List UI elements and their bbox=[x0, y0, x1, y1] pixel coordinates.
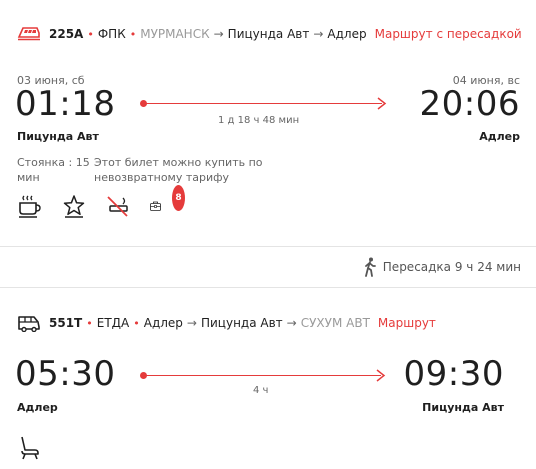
route-type-link[interactable]: Маршрут bbox=[378, 316, 436, 330]
stop-unit: мин bbox=[17, 171, 40, 184]
coffee-icon[interactable] bbox=[17, 193, 43, 219]
carrier: ЕТДА bbox=[96, 316, 130, 330]
separator-dot: • bbox=[133, 316, 140, 330]
ticket-note-line1: Этот билет можно купить по bbox=[94, 156, 263, 169]
arrow-right-icon: → bbox=[313, 27, 324, 41]
depart-station: Пицунда Авт bbox=[17, 130, 99, 143]
ticket-note: Этот билет можно купить по невозвратному… bbox=[94, 155, 263, 185]
route-mid: Пицунда Авт bbox=[227, 27, 310, 41]
luggage-count-badge: 8 bbox=[172, 185, 185, 211]
divider bbox=[0, 246, 536, 247]
route-line bbox=[146, 103, 382, 104]
route-start: МУРМАНСК bbox=[140, 27, 210, 41]
route-mid: Пицунда Авт bbox=[200, 316, 283, 330]
arrive-time: 20:06 bbox=[419, 84, 520, 124]
segment-2-header: 551Т • ЕТДА • Адлер → Пицунда Авт → СУХУ… bbox=[17, 314, 436, 332]
luggage-icon[interactable]: 8 bbox=[149, 185, 185, 219]
separator-dot: • bbox=[87, 27, 94, 41]
duration: 4 ч bbox=[253, 385, 269, 396]
segment-1: 225А • ФПК • МУРМАНСК → Пицунда Авт → Ад… bbox=[0, 0, 536, 246]
separator-dot: • bbox=[86, 316, 93, 330]
depart-time: 05:30 bbox=[15, 354, 116, 394]
route-end: СУХУМ АВТ bbox=[300, 316, 370, 330]
arrive-station: Пицунда Авт bbox=[422, 401, 504, 414]
depart-station: Адлер bbox=[17, 401, 58, 414]
ticket-note-line2: невозвратному тарифу bbox=[94, 171, 230, 184]
arrow-right-icon: → bbox=[286, 316, 297, 330]
arrow-right-icon: → bbox=[213, 27, 224, 41]
carrier: ФПК bbox=[97, 27, 126, 41]
arrow-right-icon: → bbox=[186, 316, 197, 330]
segment-1-header: 225А • ФПК • МУРМАНСК → Пицунда Авт → Ад… bbox=[17, 25, 522, 43]
amenities-list: 8 bbox=[17, 185, 185, 219]
separator-dot: • bbox=[129, 27, 137, 41]
star-icon[interactable] bbox=[61, 193, 87, 219]
arrive-station: Адлер bbox=[479, 130, 520, 143]
transfer-text: Пересадка 9 ч 24 мин bbox=[382, 260, 521, 274]
transfer-info: Пересадка 9 ч 24 мин bbox=[363, 257, 521, 277]
route-line bbox=[146, 375, 381, 376]
segment-2: 551Т • ЕТДА • Адлер → Пицунда Авт → СУХУ… bbox=[0, 288, 536, 469]
depart-time: 01:18 bbox=[15, 84, 116, 124]
walking-person-icon bbox=[363, 257, 377, 277]
duration: 1 д 18 ч 48 мин bbox=[218, 115, 300, 126]
arrowhead-icon bbox=[376, 369, 386, 382]
seat-icon[interactable] bbox=[17, 435, 43, 461]
stop-label: Стоянка : 15 bbox=[17, 156, 90, 169]
no-smoking-icon[interactable] bbox=[105, 193, 131, 219]
amenities-list bbox=[17, 435, 43, 461]
route-type-link[interactable]: Маршрут с пересадкой bbox=[375, 27, 522, 41]
route-start: Адлер bbox=[143, 316, 183, 330]
train-icon bbox=[17, 25, 41, 43]
stop-duration: Стоянка : 15 мин bbox=[17, 155, 90, 185]
train-number: 225А bbox=[49, 27, 84, 41]
bus-icon bbox=[17, 314, 41, 332]
route-end: Адлер bbox=[327, 27, 367, 41]
train-number: 551Т bbox=[49, 316, 83, 330]
arrowhead-icon bbox=[377, 97, 387, 110]
arrive-time: 09:30 bbox=[403, 354, 504, 394]
